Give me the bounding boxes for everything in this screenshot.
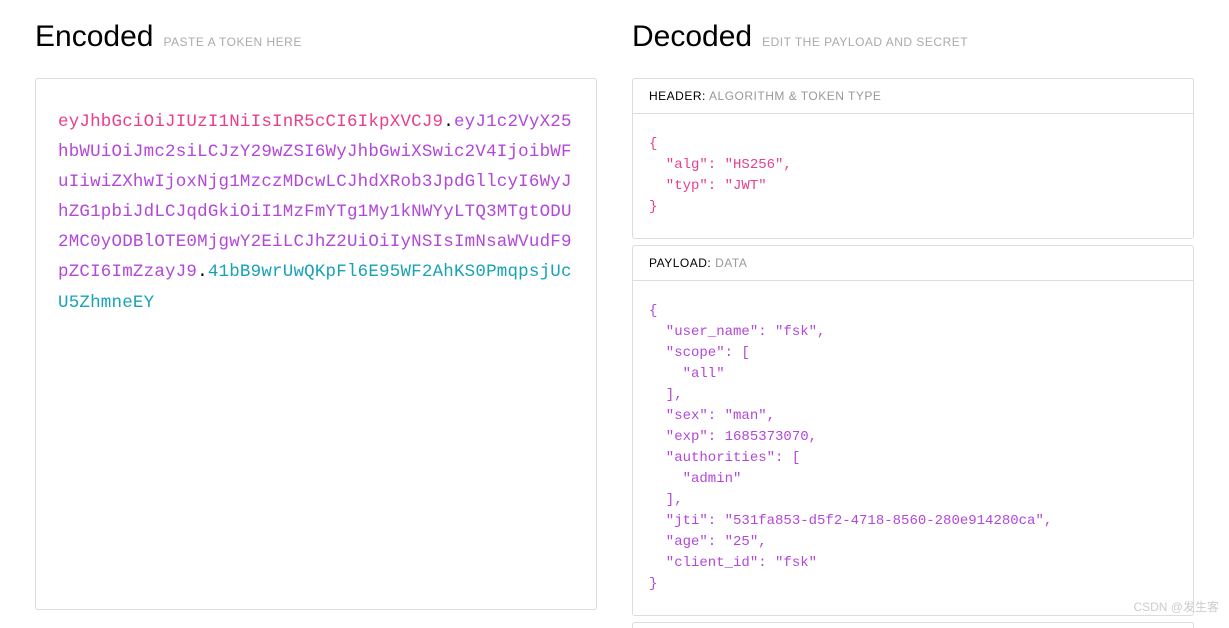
header-section: HEADER: ALGORITHM & TOKEN TYPE { "alg": … — [632, 78, 1194, 239]
header-section-head: HEADER: ALGORITHM & TOKEN TYPE — [633, 79, 1193, 114]
token-payload-part: eyJ1c2VyX25hbWUiOiJmc2siLCJzY29wZSI6WyJh… — [58, 112, 572, 282]
decoded-title: Decoded — [632, 20, 752, 54]
encoded-title: Encoded — [35, 20, 153, 54]
token-dot: . — [197, 262, 208, 282]
payload-section-label: PAYLOAD: — [649, 256, 711, 270]
payload-section-sub: DATA — [715, 256, 747, 270]
encoded-column: Encoded PASTE A TOKEN HERE eyJhbGciOiJIU… — [35, 20, 597, 628]
token-dot: . — [443, 112, 454, 132]
watermark: CSDN @发生客 — [1133, 598, 1219, 615]
payload-json[interactable]: { "user_name": "fsk", "scope": [ "all" ]… — [633, 281, 1193, 615]
payload-section: PAYLOAD: DATA { "user_name": "fsk", "sco… — [632, 245, 1194, 616]
header-section-label: HEADER: — [649, 89, 706, 103]
header-section-sub: ALGORITHM & TOKEN TYPE — [709, 89, 881, 103]
header-json[interactable]: { "alg": "HS256", "typ": "JWT" } — [633, 114, 1193, 238]
encoded-token[interactable]: eyJhbGciOiJIUzI1NiIsInR5cCI6IkpXVCJ9.eyJ… — [58, 107, 574, 318]
payload-section-head: PAYLOAD: DATA — [633, 246, 1193, 281]
decoded-subtitle: EDIT THE PAYLOAD AND SECRET — [762, 35, 968, 49]
signature-section-top — [632, 622, 1194, 628]
encoded-token-box[interactable]: eyJhbGciOiJIUzI1NiIsInR5cCI6IkpXVCJ9.eyJ… — [35, 78, 597, 610]
token-header-part: eyJhbGciOiJIUzI1NiIsInR5cCI6IkpXVCJ9 — [58, 112, 443, 132]
encoded-subtitle: PASTE A TOKEN HERE — [163, 35, 301, 49]
decoded-column: Decoded EDIT THE PAYLOAD AND SECRET HEAD… — [632, 20, 1194, 628]
